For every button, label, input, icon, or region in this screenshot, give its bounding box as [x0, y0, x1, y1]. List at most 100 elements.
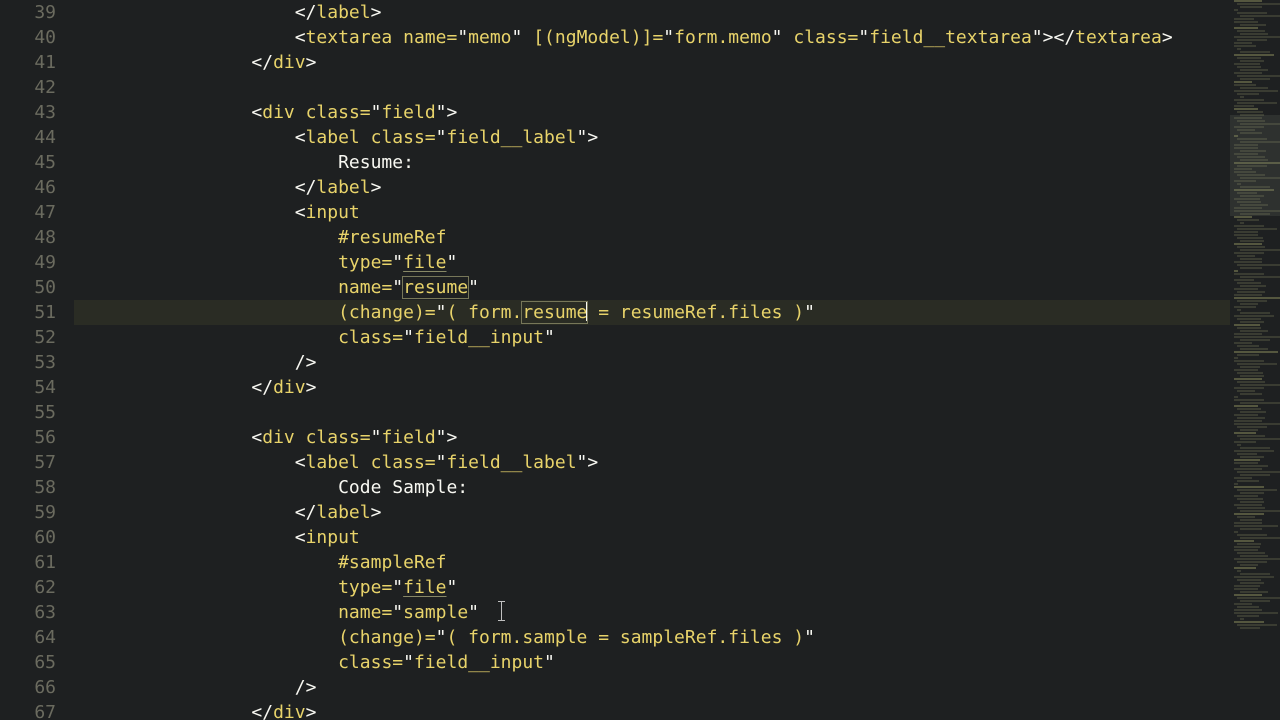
- token: class: [371, 452, 425, 473]
- code-line[interactable]: </label>: [74, 0, 1230, 25]
- token: div: [262, 427, 295, 448]
- code-line[interactable]: </label>: [74, 500, 1230, 525]
- token: (change): [338, 627, 425, 648]
- minimap-line: [1240, 600, 1270, 602]
- minimap-line: [1240, 555, 1268, 557]
- minimap-line: [1234, 540, 1254, 542]
- minimap-line: [1234, 513, 1264, 515]
- code-area[interactable]: </label> <textarea name="memo" [(ngModel…: [74, 0, 1230, 720]
- minimap-line: [1240, 384, 1280, 386]
- code-line[interactable]: class="field__input": [74, 650, 1230, 675]
- token: ": [447, 577, 458, 598]
- token: </: [78, 502, 316, 523]
- token: ": [392, 602, 403, 623]
- code-line[interactable]: </div>: [74, 50, 1230, 75]
- code-line[interactable]: #resumeRef: [74, 225, 1230, 250]
- minimap-viewport[interactable]: [1230, 115, 1280, 216]
- minimap-line: [1234, 324, 1260, 326]
- code-line[interactable]: class="field__input": [74, 325, 1230, 350]
- minimap-line: [1234, 294, 1262, 296]
- token: [78, 602, 338, 623]
- token: ": [371, 427, 382, 448]
- code-line[interactable]: (change)="( form.resume = resumeRef.file…: [74, 300, 1230, 325]
- code-line[interactable]: <label class="field__label">: [74, 450, 1230, 475]
- token: #sampleRef: [338, 552, 446, 573]
- code-line[interactable]: name="resume": [74, 275, 1230, 300]
- minimap-line: [1234, 36, 1280, 38]
- code-line[interactable]: </div>: [74, 375, 1230, 400]
- token: =: [425, 452, 436, 473]
- line-number: 64: [0, 625, 56, 650]
- minimap-line: [1237, 453, 1257, 455]
- token: field__label: [446, 452, 576, 473]
- code-line[interactable]: name="sample": [74, 600, 1230, 625]
- minimap-line: [1237, 570, 1241, 572]
- code-editor[interactable]: 3940414243444546474849505152535455565758…: [0, 0, 1230, 720]
- minimap-line: [1240, 330, 1268, 332]
- minimap-line: [1237, 507, 1265, 509]
- minimap-line: [1240, 582, 1264, 584]
- token: file: [403, 252, 446, 273]
- token: ": [544, 327, 555, 348]
- code-line[interactable]: </div>: [74, 700, 1230, 720]
- code-line[interactable]: type="file": [74, 575, 1230, 600]
- minimap-line: [1240, 447, 1270, 449]
- token: ": [371, 102, 382, 123]
- code-line[interactable]: <div class="field">: [74, 100, 1230, 125]
- code-line[interactable]: (change)="( form.sample = sampleRef.file…: [74, 625, 1230, 650]
- minimap-line: [1237, 534, 1267, 536]
- token: [78, 577, 338, 598]
- code-line[interactable]: <div class="field">: [74, 425, 1230, 450]
- minimap-line: [1237, 300, 1267, 302]
- code-line[interactable]: <textarea name="memo" [(ngModel)]="form.…: [74, 25, 1230, 50]
- code-line[interactable]: [74, 400, 1230, 425]
- code-line[interactable]: />: [74, 675, 1230, 700]
- minimap-line: [1234, 522, 1262, 524]
- token: =: [360, 427, 371, 448]
- minimap-line: [1234, 99, 1264, 101]
- code-line[interactable]: </label>: [74, 175, 1230, 200]
- token: <: [78, 127, 306, 148]
- minimap-line: [1234, 63, 1260, 65]
- code-line[interactable]: <label class="field__label">: [74, 125, 1230, 150]
- token: </: [78, 52, 273, 73]
- code-line[interactable]: #sampleRef: [74, 550, 1230, 575]
- code-line[interactable]: type="file": [74, 250, 1230, 275]
- minimap-line: [1234, 387, 1264, 389]
- token: [522, 27, 533, 48]
- minimap-line: [1234, 306, 1256, 308]
- code-line[interactable]: Code Sample:: [74, 475, 1230, 500]
- minimap-line: [1237, 408, 1261, 410]
- line-number: 48: [0, 225, 56, 250]
- token: input: [306, 527, 360, 548]
- code-line[interactable]: <input: [74, 525, 1230, 550]
- code-line[interactable]: <input: [74, 200, 1230, 225]
- token: field__input: [414, 327, 544, 348]
- token: ": [468, 277, 479, 298]
- token: ": [468, 602, 479, 623]
- minimap-line: [1237, 354, 1259, 356]
- minimap-line: [1237, 57, 1261, 59]
- token: <: [78, 452, 306, 473]
- minimap-line: [1237, 228, 1277, 230]
- minimap[interactable]: [1230, 0, 1280, 720]
- minimap-line: [1234, 252, 1264, 254]
- minimap-line: [1240, 276, 1280, 278]
- token: =: [381, 252, 392, 273]
- code-line[interactable]: />: [74, 350, 1230, 375]
- token: =: [392, 652, 403, 673]
- code-line[interactable]: Resume:: [74, 150, 1230, 175]
- minimap-line: [1234, 45, 1256, 47]
- token: ": [447, 252, 458, 273]
- code-line[interactable]: [74, 75, 1230, 100]
- token: type: [338, 577, 381, 598]
- line-number: 65: [0, 650, 56, 675]
- token: =: [381, 602, 392, 623]
- token: >: [306, 377, 317, 398]
- minimap-line: [1240, 258, 1262, 260]
- minimap-line: [1234, 612, 1278, 614]
- minimap-line: [1234, 483, 1238, 485]
- token: ": [772, 27, 783, 48]
- token: [78, 252, 338, 273]
- minimap-line: [1237, 102, 1277, 104]
